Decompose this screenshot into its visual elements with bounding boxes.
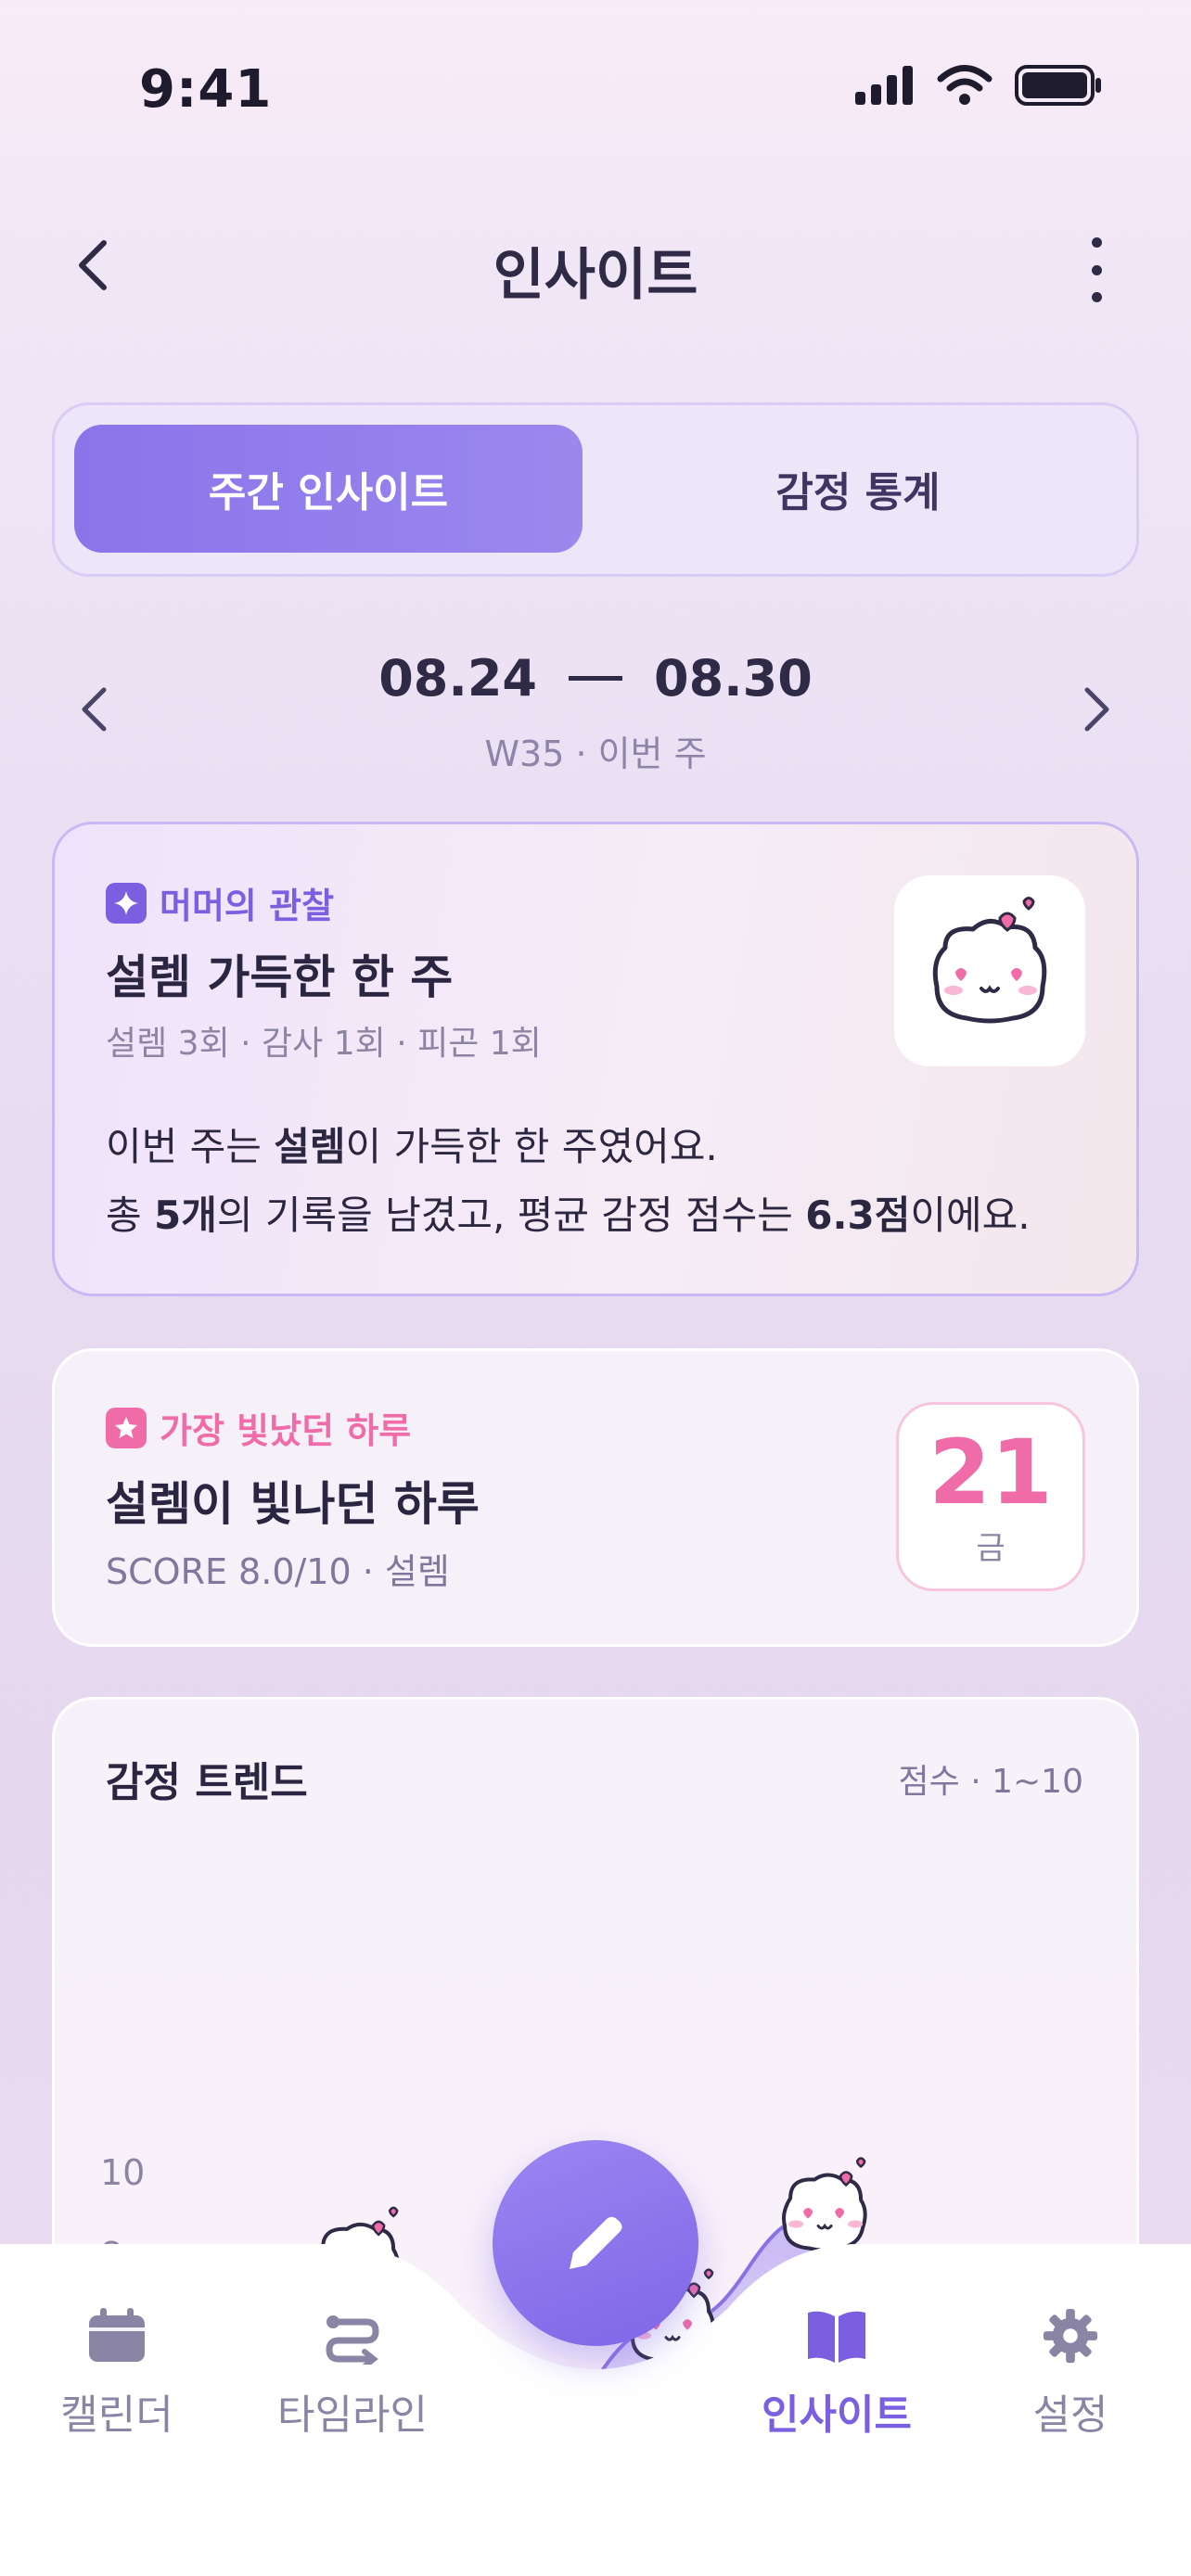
battery-icon [1015, 65, 1101, 106]
tab-timeline-label: 타임라인 [277, 2391, 428, 2439]
observation-subtitle: 설렘 3회 · 감사 1회 · 피곤 1회 [106, 1025, 542, 1063]
mascot-blush [848, 2220, 864, 2228]
mascot-blush [788, 2220, 804, 2228]
wifi-icon [937, 65, 992, 105]
week-range: 08.24 08.30 [0, 649, 1191, 708]
tab-settings-label: 설정 [1032, 2391, 1108, 2439]
star-icon [106, 1407, 147, 1448]
observation-line-2: 총 5개의 기록을 남겼고, 평균 감정 점수는 6.3점이에요. [106, 1192, 1031, 1238]
tab-calendar-label: 캘린더 [60, 2391, 173, 2439]
observation-body: 이번 주는 설렘이 가득한 한 주였어요. 총 5개의 기록을 남겼고, 평균 … [106, 1113, 1031, 1250]
tab-emotion-stats[interactable]: 감정 통계 [603, 425, 1113, 553]
tab-timeline[interactable]: 타임라인 [260, 2307, 445, 2441]
pencil-icon [570, 2216, 622, 2269]
gear-icon [1043, 2308, 1098, 2364]
highlight-title: 설렘이 빛나던 하루 [106, 1477, 480, 1531]
tab-calendar[interactable]: 캘린더 [24, 2307, 210, 2441]
week-dash [569, 676, 622, 681]
week-label: W35 · 이번 주 [484, 733, 707, 774]
observation-title: 설렘 가득한 한 주 [106, 950, 454, 1004]
chevron-right-icon [1084, 687, 1109, 732]
highlight-date-badge: 21 금 [896, 1402, 1085, 1591]
tab-settings[interactable]: 설정 [978, 2307, 1163, 2441]
highlight-weekday: 금 [976, 1529, 1005, 1567]
week-start: 08.24 [378, 649, 537, 708]
observation-line-1: 이번 주는 설렘이 가득한 한 주였어요. [106, 1124, 718, 1169]
week-end: 08.30 [654, 649, 813, 708]
observation-badge-label: 머머의 관찰 [160, 886, 335, 926]
more-dot [1091, 264, 1102, 275]
calendar-icon [89, 2308, 145, 2362]
write-entry-button[interactable] [493, 2140, 698, 2346]
highlight-date: 21 [928, 1420, 1053, 1524]
more-dot [1091, 237, 1102, 248]
highlight-subtitle: SCORE 8.0/10 · 설렘 [106, 1551, 450, 1592]
page-title: 인사이트 [493, 243, 698, 308]
y-tick-label: 10 [100, 2152, 145, 2193]
heart-icon [388, 2206, 399, 2218]
heart-icon [855, 2157, 866, 2169]
next-week-button[interactable] [1074, 677, 1121, 742]
tab-insight[interactable]: 인사이트 [744, 2307, 929, 2441]
mascot-heart-eyes-image [894, 875, 1085, 1066]
tab-insight-label: 인사이트 [762, 2391, 912, 2439]
signal-icon [855, 66, 913, 105]
observation-badge: 머머의 관찰 [106, 877, 334, 928]
status-icons [855, 65, 1102, 106]
book-icon [808, 2311, 865, 2363]
mascot-body [781, 2173, 867, 2252]
more-dot [1091, 292, 1102, 302]
timeline-icon [326, 2315, 379, 2365]
highlight-badge-label: 가장 빛났던 하루 [160, 1410, 412, 1451]
mascot-mouth [816, 2223, 833, 2230]
tab-weekly-insight[interactable]: 주간 인사이트 [74, 425, 583, 553]
highlight-badge: 가장 빛났던 하루 [106, 1402, 411, 1453]
trend-point [781, 2157, 867, 2252]
sparkle-icon [106, 882, 147, 924]
more-options-button[interactable] [1078, 237, 1115, 302]
status-time: 9:41 [139, 59, 273, 120]
